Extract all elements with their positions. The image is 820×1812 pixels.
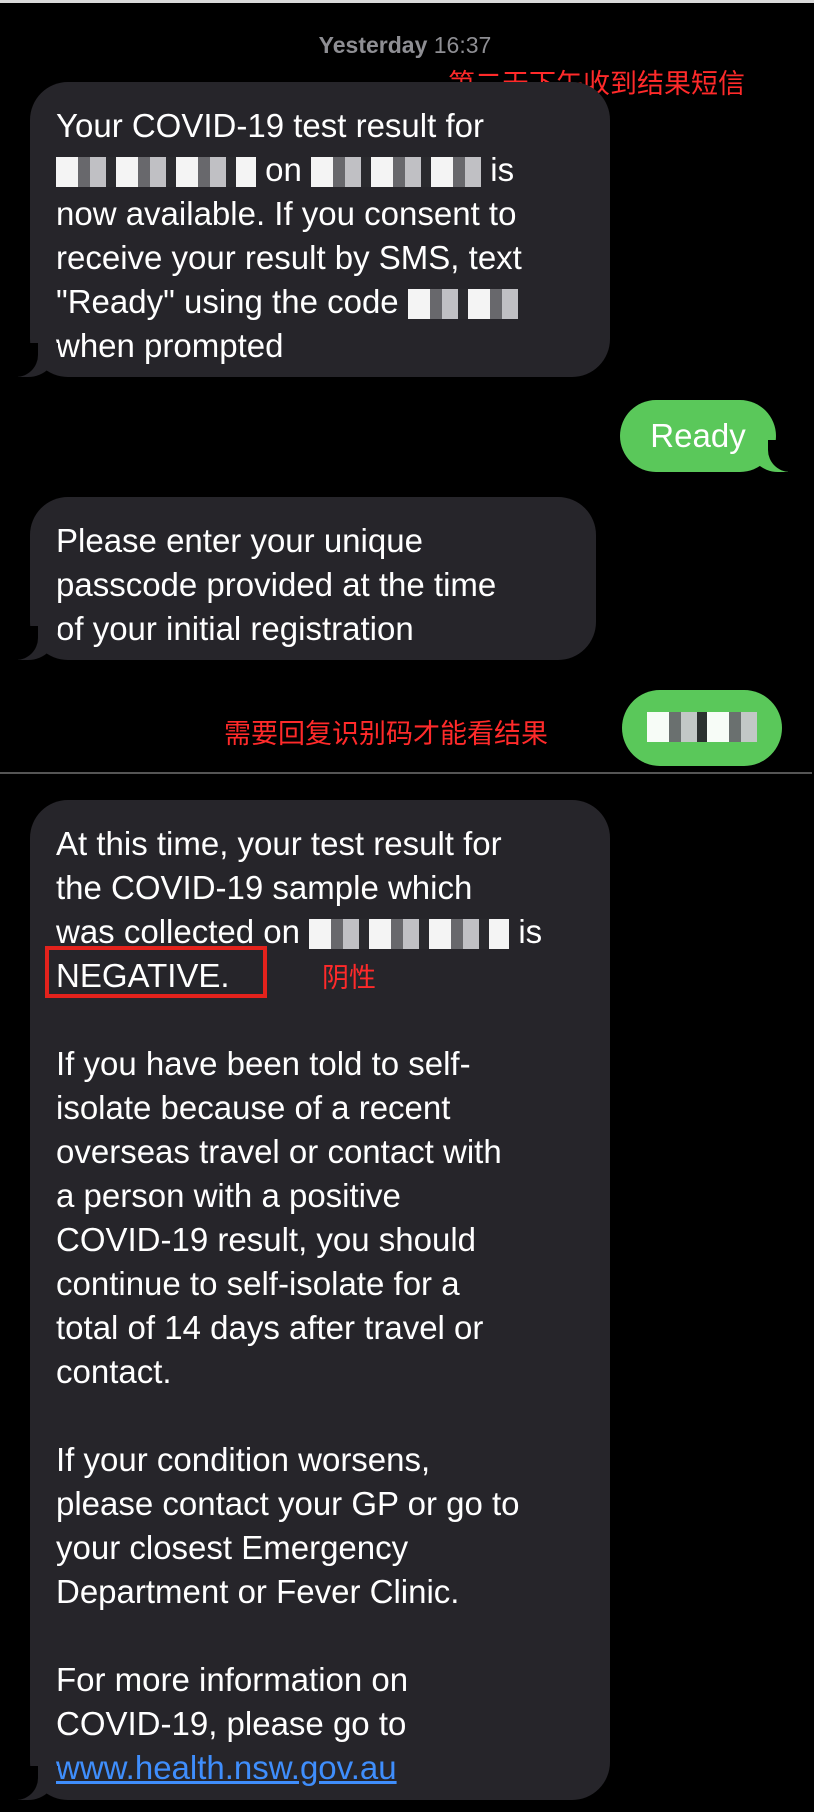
redacted-date bbox=[309, 919, 510, 950]
annotation-negative: 阴性 bbox=[322, 963, 376, 994]
message-text: is bbox=[490, 151, 515, 188]
message-text: was collected on bbox=[56, 913, 300, 950]
message-text: "Ready" using the code bbox=[56, 283, 399, 320]
message-line: Please enter your unique bbox=[56, 522, 423, 559]
message-line: your closest Emergency bbox=[56, 1529, 409, 1566]
outgoing-message-ready[interactable]: Ready bbox=[620, 400, 796, 472]
redacted-name bbox=[56, 157, 256, 188]
annotation-reply-code: 需要回复识别码才能看结果 bbox=[224, 719, 548, 750]
message-line: contact. bbox=[56, 1353, 172, 1390]
message-line: overseas travel or contact with bbox=[56, 1133, 502, 1170]
screenshot-divider bbox=[0, 772, 812, 774]
incoming-message-2[interactable]: Please enter your unique passcode provid… bbox=[10, 497, 596, 660]
message-line: please contact your GP or go to bbox=[56, 1485, 520, 1522]
message-line: www.health.nsw.gov.au bbox=[56, 1746, 584, 1790]
message-line: If your condition worsens, bbox=[56, 1441, 431, 1478]
incoming-message-1[interactable]: Your COVID-19 test result for on is now … bbox=[10, 82, 610, 377]
message-line: Your COVID-19 test result for bbox=[56, 107, 484, 144]
outgoing-text: Ready bbox=[650, 417, 746, 454]
message-line: of your initial registration bbox=[56, 610, 414, 647]
bubble-tail bbox=[10, 626, 58, 660]
message-line: when prompted bbox=[56, 327, 284, 364]
message-text: on bbox=[265, 151, 302, 188]
message-line: total of 14 days after travel or bbox=[56, 1309, 484, 1346]
message-line: isolate because of a recent bbox=[56, 1089, 451, 1126]
negative-highlight-box bbox=[45, 946, 267, 998]
message-line: a person with a positive bbox=[56, 1177, 401, 1214]
message-line: COVID-19, please go to bbox=[56, 1705, 407, 1742]
message-line: At this time, your test result for bbox=[56, 825, 502, 862]
health-website-link[interactable]: www.health.nsw.gov.au bbox=[56, 1749, 397, 1786]
redacted-code bbox=[407, 289, 518, 320]
timestamp-day: Yesterday bbox=[318, 32, 428, 58]
message-line: For more information on bbox=[56, 1661, 409, 1698]
timestamp-time: 16:37 bbox=[433, 32, 492, 58]
message-line: If you have been told to self- bbox=[56, 1045, 471, 1082]
right-edge bbox=[814, 0, 820, 1812]
message-line: continue to self-isolate for a bbox=[56, 1265, 460, 1302]
message-line: the COVID-19 sample which bbox=[56, 869, 473, 906]
message-line: now available. If you consent to bbox=[56, 195, 517, 232]
message-line: passcode provided at the time bbox=[56, 566, 497, 603]
message-line: on is bbox=[56, 148, 584, 192]
message-timestamp: Yesterday 16:37 bbox=[0, 32, 810, 59]
bubble-tail bbox=[748, 440, 796, 472]
top-edge bbox=[0, 0, 814, 3]
bubble-tail bbox=[10, 343, 58, 377]
message-text: is bbox=[518, 913, 543, 950]
bubble-tail bbox=[10, 1766, 58, 1800]
redacted-passcode bbox=[647, 712, 757, 742]
message-line: receive your result by SMS, text bbox=[56, 239, 522, 276]
outgoing-message-passcode[interactable] bbox=[622, 690, 782, 766]
message-line: "Ready" using the code bbox=[56, 280, 584, 324]
message-line: Department or Fever Clinic. bbox=[56, 1573, 460, 1610]
message-line: COVID-19 result, you should bbox=[56, 1221, 477, 1258]
redacted-date bbox=[311, 157, 482, 188]
